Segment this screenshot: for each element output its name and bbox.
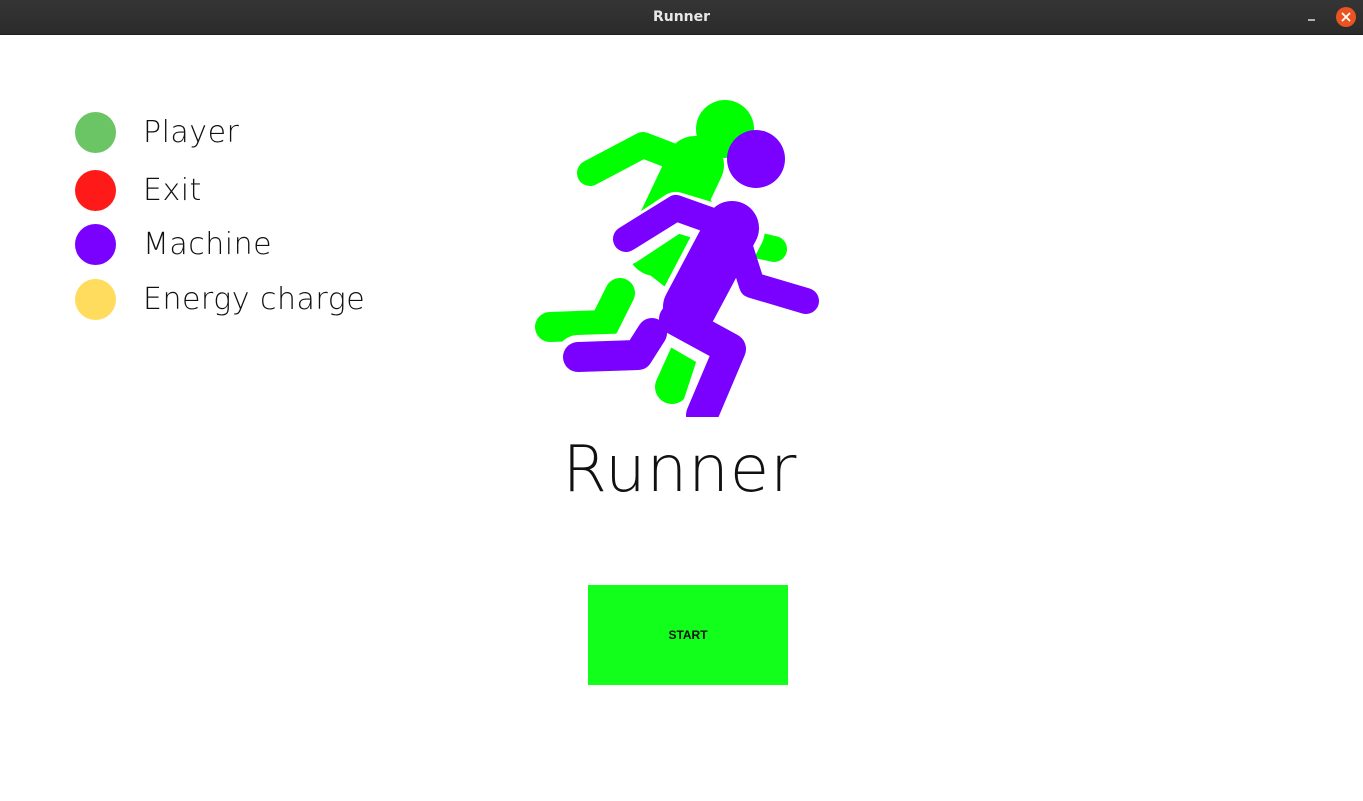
legend-label: Energy charge — [143, 282, 366, 317]
energy-charge-color-dot — [75, 279, 116, 320]
logo-graphic — [535, 100, 819, 439]
main-content: Player Exit Machine Energy charge Runner… — [0, 35, 1363, 801]
legend-item-player: Player — [75, 112, 395, 154]
legend-item-machine: Machine — [75, 224, 395, 266]
start-button[interactable]: START — [588, 585, 788, 685]
running-figures-icon — [530, 97, 830, 439]
window-title: Runner — [652, 9, 711, 25]
player-color-dot — [75, 112, 116, 153]
legend-label: Player — [143, 115, 240, 150]
close-icon — [1341, 12, 1351, 22]
machine-color-dot — [75, 224, 116, 265]
close-button[interactable] — [1336, 7, 1356, 27]
exit-color-dot — [75, 170, 116, 211]
minimize-icon — [1308, 19, 1315, 21]
legend-item-energy-charge: Energy charge — [75, 279, 395, 321]
legend-label: Exit — [143, 173, 202, 208]
app-title: Runner — [562, 433, 798, 507]
title-bar: Runner — [0, 0, 1363, 35]
legend-label: Machine — [143, 227, 273, 262]
minimize-button[interactable] — [1301, 7, 1321, 27]
legend-item-exit: Exit — [75, 170, 395, 212]
